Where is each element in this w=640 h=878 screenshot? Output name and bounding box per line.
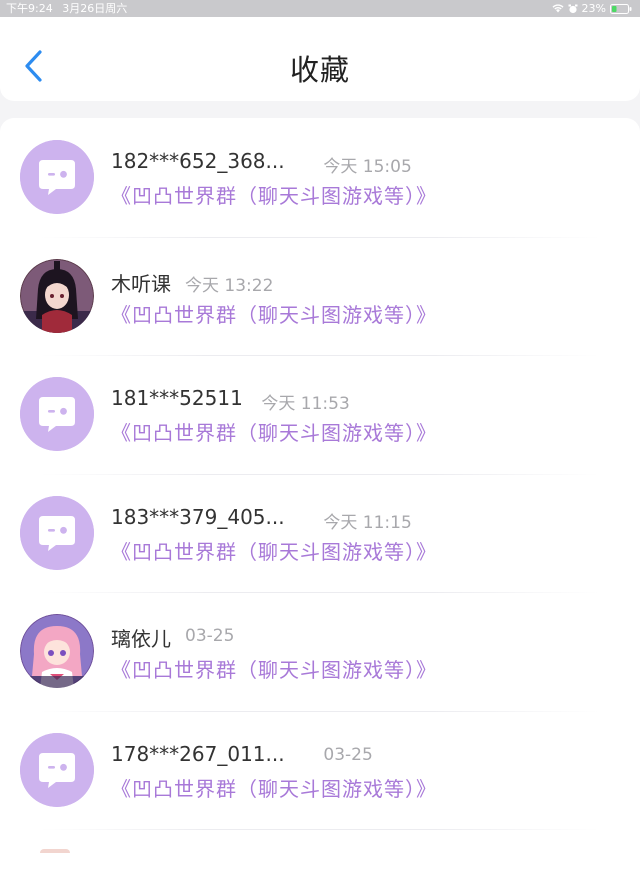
- contact-name: 璃依儿: [111, 627, 171, 651]
- favorite-item[interactable]: 璃依儿 03-25 《凹凸世界群（聊天斗图游戏等）》: [0, 592, 640, 710]
- favorite-item[interactable]: 182***652_368... 今天 15:05 《凹凸世界群（聊天斗图游戏等）》: [0, 118, 640, 236]
- partial-avatar: [40, 849, 70, 853]
- timestamp: 03-25: [185, 626, 235, 646]
- battery-percent: 23%: [581, 2, 606, 15]
- contact-name: 182***652_368...: [111, 149, 285, 173]
- status-date: 3月26日周六: [62, 2, 128, 15]
- group-name: 《凹凸世界群（聊天斗图游戏等）》: [111, 658, 437, 682]
- favorite-item[interactable]: 木听课 今天 13:22 《凹凸世界群（聊天斗图游戏等）》: [0, 237, 640, 355]
- status-time: 下午9:24: [6, 2, 53, 15]
- timestamp: 今天 11:53: [261, 394, 350, 414]
- default-chat-avatar: [20, 495, 94, 570]
- divider: [40, 829, 600, 830]
- group-name: 《凹凸世界群（聊天斗图游戏等）》: [111, 421, 437, 445]
- favorites-list: 182***652_368... 今天 15:05 《凹凸世界群（聊天斗图游戏等）》…: [0, 118, 640, 878]
- default-chat-avatar: [20, 732, 94, 807]
- default-chat-avatar: [20, 377, 94, 451]
- anime-girl-avatar: [20, 614, 94, 688]
- status-left: 下午9:24 3月26日周六: [6, 0, 133, 17]
- contact-name: 178***267_011...: [111, 741, 285, 766]
- group-name: 《凹凸世界群（聊天斗图游戏等）》: [111, 776, 437, 801]
- group-name: 《凹凸世界群（聊天斗图游戏等）》: [111, 539, 437, 564]
- timestamp: 今天 13:22: [185, 275, 274, 296]
- contact-name: 183***379_405...: [111, 504, 285, 529]
- status-bar: 下午9:24 3月26日周六 23%: [0, 0, 640, 17]
- timestamp: 今天 11:15: [323, 512, 412, 533]
- alarm-icon: [568, 4, 578, 13]
- wifi-icon: [552, 4, 564, 13]
- group-name: 《凹凸世界群（聊天斗图游戏等）》: [111, 184, 437, 208]
- status-right: 23%: [552, 0, 632, 17]
- battery-icon: [610, 3, 632, 14]
- contact-name: 木听课: [111, 271, 171, 296]
- timestamp: 今天 15:05: [323, 157, 412, 177]
- anime-character-avatar: [20, 258, 94, 333]
- favorite-item[interactable]: 183***379_405... 今天 11:15 《凹凸世界群（聊天斗图游戏等）》: [0, 474, 640, 592]
- favorite-item[interactable]: 181***52511 今天 11:53 《凹凸世界群（聊天斗图游戏等）》: [0, 355, 640, 473]
- timestamp: 03-25: [323, 744, 373, 765]
- contact-name: 181***52511: [111, 386, 243, 410]
- group-name: 《凹凸世界群（聊天斗图游戏等）》: [111, 302, 437, 327]
- default-chat-avatar: [20, 140, 94, 214]
- favorite-item[interactable]: 178***267_011... 03-25 《凹凸世界群（聊天斗图游戏等）》: [0, 711, 640, 829]
- page-title: 收藏: [289, 53, 350, 87]
- nav-bar: 收藏: [0, 17, 640, 101]
